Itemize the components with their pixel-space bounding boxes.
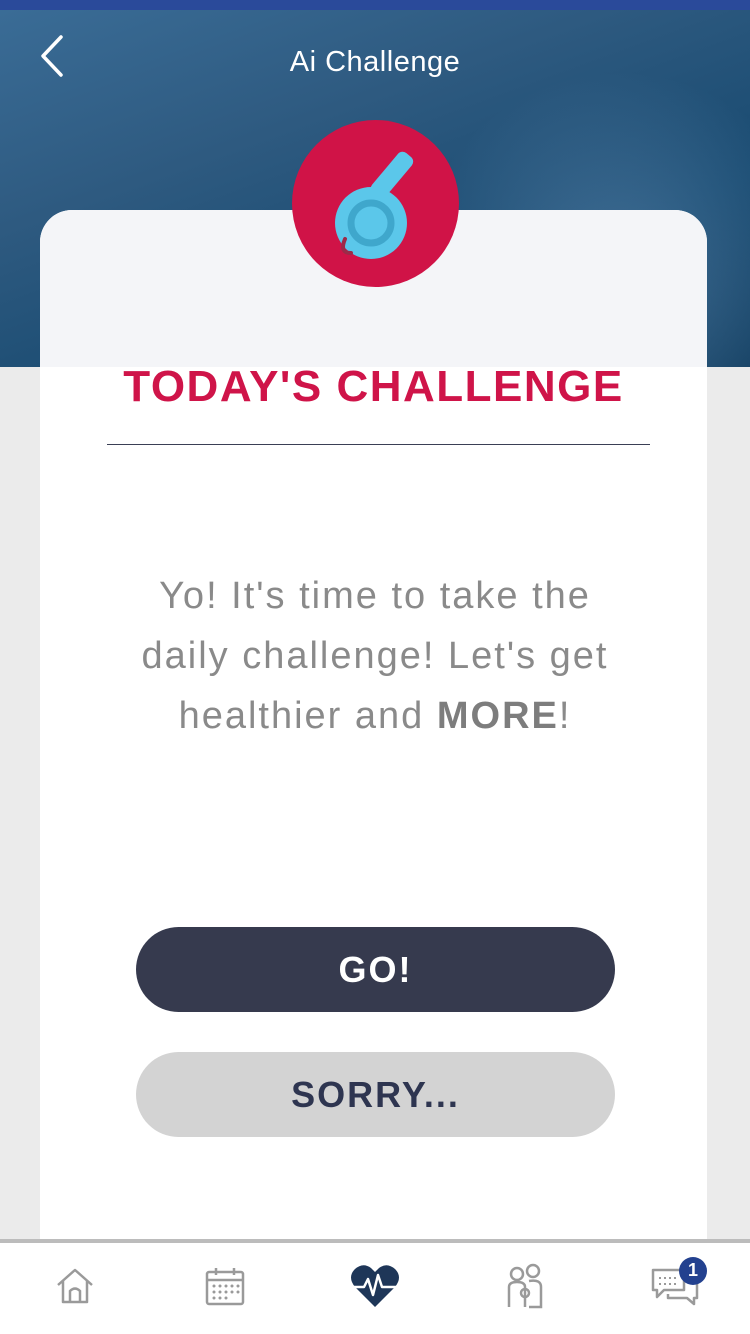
divider (107, 444, 650, 445)
tab-home[interactable] (35, 1249, 115, 1329)
go-button[interactable]: GO! (136, 927, 615, 1012)
home-icon (54, 1265, 96, 1312)
sorry-button[interactable]: SORRY... (136, 1052, 615, 1137)
whistle-icon (321, 141, 431, 266)
tab-family[interactable] (485, 1249, 565, 1329)
calendar-icon (204, 1265, 246, 1312)
notification-badge: 1 (679, 1256, 707, 1285)
tab-health[interactable] (335, 1249, 415, 1329)
bottom-tab-bar: 1 (0, 1239, 750, 1334)
family-icon (504, 1263, 546, 1314)
message-end: ! (558, 695, 572, 737)
page-title: Ai Challenge (289, 46, 461, 78)
tab-calendar[interactable] (185, 1249, 265, 1329)
heart-pulse-icon (349, 1263, 401, 1314)
message-emphasis: MORE (436, 695, 559, 737)
challenge-heading: TODAY'S CHALLENGE (123, 362, 624, 411)
challenge-message: Yo! It's time to take the daily challeng… (120, 566, 630, 746)
status-bar-strip (0, 0, 750, 10)
tab-messages[interactable]: 1 (635, 1249, 715, 1329)
challenge-badge (292, 120, 459, 287)
